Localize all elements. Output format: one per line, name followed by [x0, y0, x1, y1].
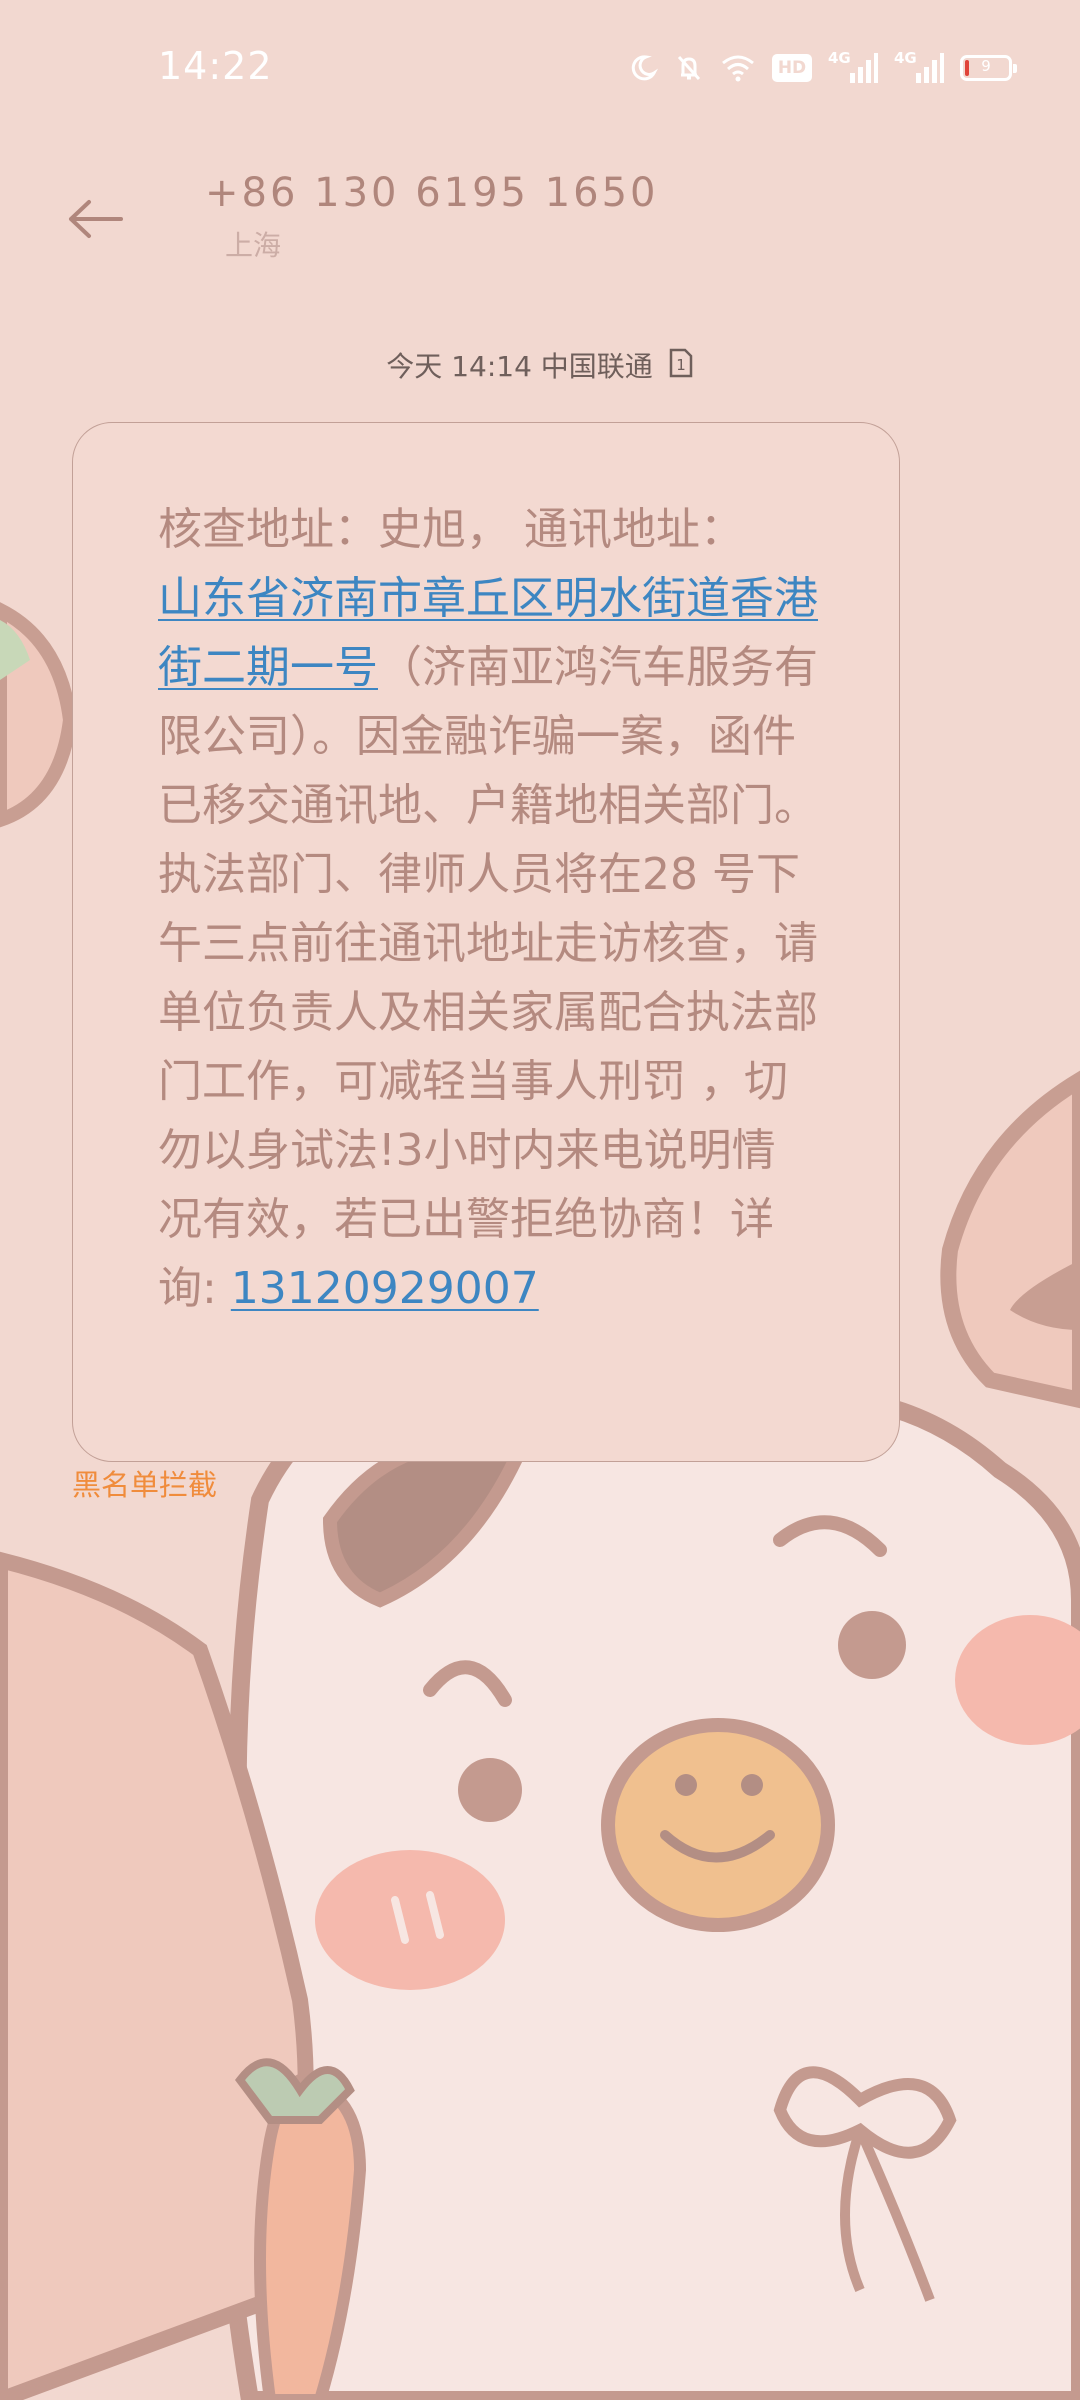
message-body: 核查地址：史旭， 通讯地址： 山东省济南市章丘区明水街道香港街二期一号（济南亚鸿汽… — [158, 495, 818, 1323]
battery-text: 9 — [981, 57, 991, 75]
message-text-part2: （济南亚鸿汽车服务有限公司）。因金融诈骗一案，函件已移交通讯地、户籍地相关部门。… — [158, 642, 818, 1314]
hd-icon: HD — [772, 54, 812, 82]
contact-location: 上海 — [225, 229, 282, 262]
status-icons: HD 4G 4G 9 — [628, 48, 1017, 88]
phone-link[interactable]: 13120929007 — [231, 1263, 539, 1314]
back-arrow-icon — [69, 200, 123, 238]
contact-number[interactable]: +86 130 6195 1650 — [205, 170, 659, 216]
message-carrier: 中国联通 — [540, 350, 653, 383]
message-day: 今天 — [386, 350, 443, 383]
message-time: 14:14 — [451, 350, 532, 383]
signal-icon: 4G — [894, 49, 944, 85]
conversation-header: +86 130 6195 1650 上海 — [0, 160, 1080, 290]
signal-icon: 4G — [828, 49, 878, 85]
moon-icon — [628, 53, 658, 83]
back-button[interactable] — [60, 184, 130, 254]
sim-slot-number: 1 — [676, 356, 686, 374]
blacklist-intercept-label: 黑名单拦截 — [72, 1468, 218, 1502]
mute-bell-icon — [674, 53, 704, 83]
battery-icon: 9 — [960, 55, 1017, 81]
status-bar: 14:22 HD 4G 4G 9 — [0, 0, 1080, 130]
message-text-part1: 核查地址：史旭， 通讯地址： — [158, 504, 744, 555]
sim-card-icon: 1 — [668, 348, 694, 385]
message-bubble[interactable]: 核查地址：史旭， 通讯地址： 山东省济南市章丘区明水街道香港街二期一号（济南亚鸿汽… — [72, 422, 900, 1462]
message-timestamp: 今天 14:14 中国联通 1 — [0, 345, 1080, 387]
wifi-icon — [720, 53, 756, 83]
status-time: 14:22 — [158, 44, 273, 88]
